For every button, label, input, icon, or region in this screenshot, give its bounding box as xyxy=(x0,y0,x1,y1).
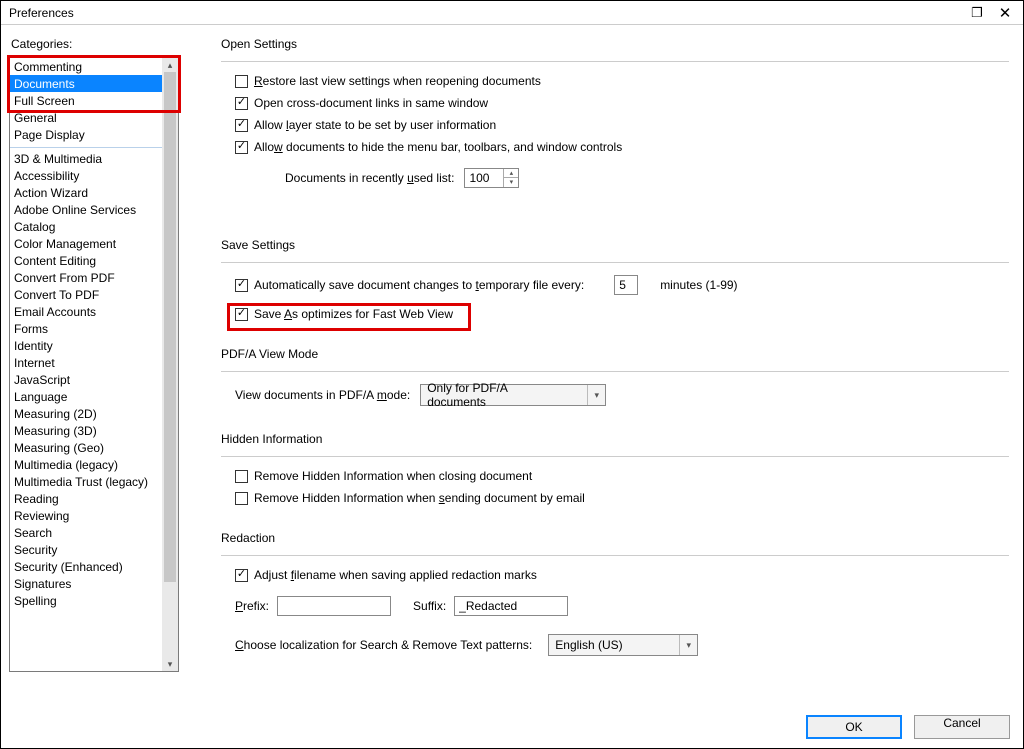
categories-panel: Categories: Commenting Documents Full Sc… xyxy=(9,37,195,711)
category-item[interactable]: Reviewing xyxy=(10,507,162,524)
categories-label: Categories: xyxy=(11,37,195,51)
layer-state-checkbox[interactable] xyxy=(235,119,248,132)
remove-hidden-close-label: Remove Hidden Information when closing d… xyxy=(254,469,532,483)
close-icon[interactable]: ✕ xyxy=(991,4,1019,22)
section-hidden-info: Hidden Information xyxy=(221,432,1009,446)
category-item[interactable]: Search xyxy=(10,524,162,541)
category-item[interactable]: General xyxy=(10,109,162,126)
localization-value: English (US) xyxy=(549,638,628,652)
category-item[interactable]: Language xyxy=(10,388,162,405)
localization-dropdown[interactable]: English (US) ▾ xyxy=(548,634,698,656)
category-item[interactable]: Accessibility xyxy=(10,167,162,184)
categories-list[interactable]: Commenting Documents Full Screen General… xyxy=(10,58,162,671)
remove-hidden-send-label: Remove Hidden Information when sending d… xyxy=(254,491,585,505)
pdfa-mode-dropdown[interactable]: Only for PDF/A documents ▾ xyxy=(420,384,606,406)
category-item[interactable]: Measuring (2D) xyxy=(10,405,162,422)
layer-state-label: Allow layer state to be set by user info… xyxy=(254,118,496,132)
autosave-checkbox[interactable] xyxy=(235,279,248,292)
section-open-settings: Open Settings xyxy=(221,37,1009,51)
restore-icon[interactable]: ❐ xyxy=(963,5,991,21)
category-item[interactable]: Security (Enhanced) xyxy=(10,558,162,575)
autosave-minutes-input[interactable] xyxy=(615,276,637,294)
suffix-label: Suffix: xyxy=(413,599,446,613)
prefix-input[interactable] xyxy=(278,597,390,615)
fast-web-view-label: Save As optimizes for Fast Web View xyxy=(254,307,453,321)
category-item[interactable]: Content Editing xyxy=(10,252,162,269)
category-item[interactable]: Email Accounts xyxy=(10,303,162,320)
fast-web-view-checkbox[interactable] xyxy=(235,308,248,321)
autosave-units-label: minutes (1-99) xyxy=(660,278,737,292)
ok-button[interactable]: OK xyxy=(806,715,902,739)
chevron-down-icon: ▾ xyxy=(587,385,605,405)
category-item[interactable]: Full Screen xyxy=(10,92,162,109)
recently-used-input[interactable] xyxy=(465,169,503,187)
cross-doc-links-checkbox[interactable] xyxy=(235,97,248,110)
category-item[interactable]: Documents xyxy=(10,75,162,92)
cross-doc-links-label: Open cross-document links in same window xyxy=(254,96,488,110)
hide-menu-checkbox[interactable] xyxy=(235,141,248,154)
category-item[interactable]: Commenting xyxy=(10,58,162,75)
chevron-down-icon: ▾ xyxy=(679,635,697,655)
adjust-filename-label: Adjust filename when saving applied reda… xyxy=(254,568,537,582)
section-save-settings: Save Settings xyxy=(221,238,1009,252)
remove-hidden-send-checkbox[interactable] xyxy=(235,492,248,505)
category-item[interactable]: Catalog xyxy=(10,218,162,235)
window-title: Preferences xyxy=(5,6,74,20)
prefix-label: Prefix: xyxy=(235,599,269,613)
hide-menu-label: Allow documents to hide the menu bar, to… xyxy=(254,140,622,154)
scroll-thumb[interactable] xyxy=(164,72,176,582)
remove-hidden-close-checkbox[interactable] xyxy=(235,470,248,483)
section-redaction: Redaction xyxy=(221,531,1009,545)
autosave-label: Automatically save document changes to t… xyxy=(254,278,584,292)
scroll-down-icon[interactable]: ▾ xyxy=(162,657,178,671)
category-item[interactable]: Convert From PDF xyxy=(10,269,162,286)
category-item[interactable]: Identity xyxy=(10,337,162,354)
category-item[interactable]: Multimedia (legacy) xyxy=(10,456,162,473)
category-item[interactable]: Spelling xyxy=(10,592,162,609)
category-item[interactable]: Page Display xyxy=(10,126,162,143)
localization-label: Choose localization for Search & Remove … xyxy=(235,638,532,652)
scroll-up-icon[interactable]: ▴ xyxy=(162,58,178,72)
adjust-filename-checkbox[interactable] xyxy=(235,569,248,582)
category-item[interactable]: JavaScript xyxy=(10,371,162,388)
stepper-up-icon[interactable]: ▴ xyxy=(504,169,518,178)
category-item[interactable]: Signatures xyxy=(10,575,162,592)
restore-last-view-checkbox[interactable] xyxy=(235,75,248,88)
category-item[interactable]: Reading xyxy=(10,490,162,507)
category-item[interactable]: Measuring (3D) xyxy=(10,422,162,439)
category-item[interactable]: Color Management xyxy=(10,235,162,252)
category-item[interactable]: Forms xyxy=(10,320,162,337)
category-item[interactable]: Action Wizard xyxy=(10,184,162,201)
category-item[interactable]: Security xyxy=(10,541,162,558)
cancel-button[interactable]: Cancel xyxy=(914,715,1010,739)
section-pdfa: PDF/A View Mode xyxy=(221,347,1009,361)
settings-panel: Open Settings Restore last view settings… xyxy=(195,37,1015,711)
category-item[interactable]: Adobe Online Services xyxy=(10,201,162,218)
categories-scrollbar[interactable]: ▴ ▾ xyxy=(162,58,178,671)
category-item[interactable]: Internet xyxy=(10,354,162,371)
recently-used-stepper[interactable]: ▴▾ xyxy=(464,168,519,188)
recently-used-label: Documents in recently used list: xyxy=(285,171,454,185)
stepper-down-icon[interactable]: ▾ xyxy=(504,178,518,187)
category-item[interactable]: Convert To PDF xyxy=(10,286,162,303)
category-item[interactable]: Multimedia Trust (legacy) xyxy=(10,473,162,490)
category-item[interactable]: Measuring (Geo) xyxy=(10,439,162,456)
restore-last-view-label: Restore last view settings when reopenin… xyxy=(254,74,541,88)
pdfa-mode-label: View documents in PDF/A mode: xyxy=(235,388,410,402)
suffix-input[interactable] xyxy=(455,597,567,615)
pdfa-mode-value: Only for PDF/A documents xyxy=(421,381,575,409)
category-item[interactable]: 3D & Multimedia xyxy=(10,150,162,167)
title-bar: Preferences ❐ ✕ xyxy=(1,1,1023,25)
